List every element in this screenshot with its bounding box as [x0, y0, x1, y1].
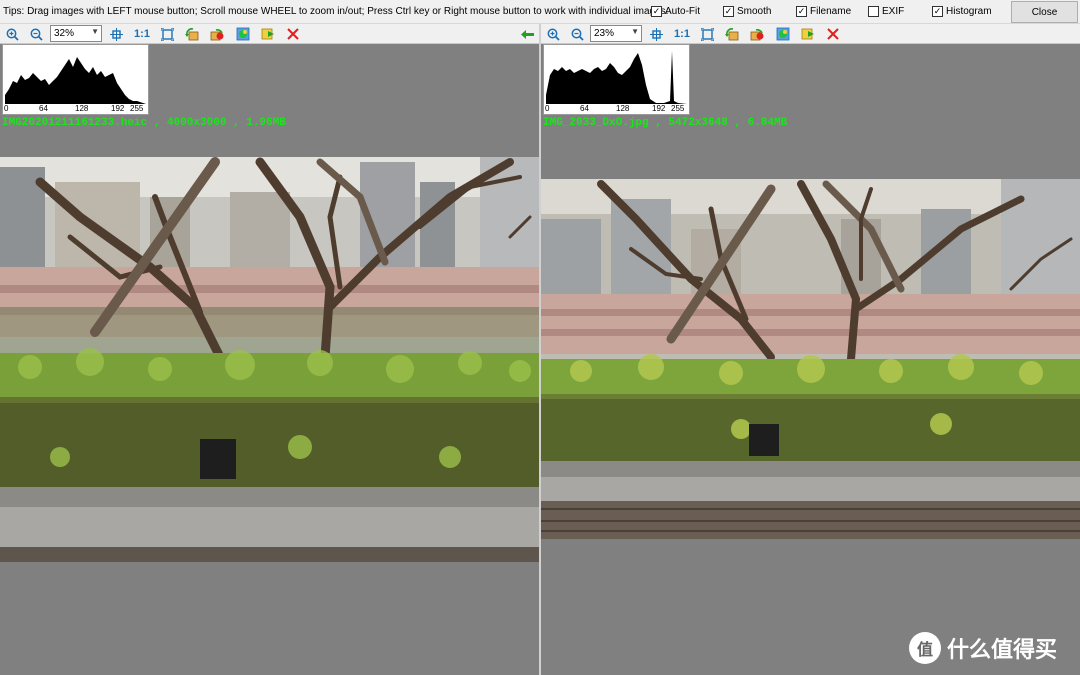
hist-tick: 128 — [75, 104, 89, 113]
tips-text: Tips: Drag images with LEFT mouse button… — [3, 6, 669, 17]
fit-window-icon[interactable] — [700, 27, 714, 41]
watermark-text: 什么值得买 — [947, 638, 1058, 663]
hist-tick: 64 — [39, 104, 48, 113]
fit-center-icon[interactable] — [109, 27, 123, 41]
close-button[interactable]: Close — [1011, 1, 1078, 23]
close-image-icon[interactable] — [826, 27, 840, 41]
option-smooth[interactable]: ✓ Smooth — [723, 6, 771, 17]
hist-tick: 0 — [545, 104, 550, 113]
right-photo[interactable] — [541, 179, 1080, 539]
right-file-info: IMG_2033_DxO.jpg , 5472x3648 , 6.84MB — [543, 117, 788, 129]
zoom-in-icon[interactable] — [5, 27, 19, 41]
zoom-out-icon[interactable] — [570, 27, 584, 41]
zoom-select[interactable]: 23% ▼ — [590, 25, 642, 42]
hist-tick: 255 — [130, 104, 144, 113]
right-image-panel[interactable]: 0 64 128 192 255 IMG_2033_DxO.jpg , 5472… — [541, 44, 1080, 675]
actual-size-icon[interactable]: 1:1 — [673, 27, 691, 41]
hist-tick: 64 — [580, 104, 589, 113]
filename-checkbox[interactable]: ✓ — [796, 6, 807, 17]
watermark-logo: 值 — [909, 632, 941, 664]
actual-size-icon[interactable]: 1:1 — [133, 27, 151, 41]
rotate-left-icon[interactable] — [185, 27, 199, 41]
top-bar: Tips: Drag images with LEFT mouse button… — [0, 0, 1080, 24]
smooth-label: Smooth — [737, 6, 772, 17]
left-toolbar: 32% ▼ 1:1 — [0, 24, 539, 44]
zoom-value: 32% — [54, 28, 75, 39]
left-file-info: IMG20201211161233.heic , 4000x3000 , 1.9… — [2, 117, 286, 129]
auto-fit-label: Auto-Fit — [665, 6, 701, 17]
rotate-left-icon[interactable] — [725, 27, 739, 41]
hist-tick: 192 — [652, 104, 666, 113]
zoom-dropdown-icon: ▼ — [91, 27, 99, 36]
hist-tick: 255 — [671, 104, 685, 113]
fit-window-icon[interactable] — [160, 27, 174, 41]
fit-center-icon[interactable] — [649, 27, 663, 41]
histogram-label: Histogram — [946, 6, 992, 17]
close-image-icon[interactable] — [286, 27, 300, 41]
left-histogram-ticks: 0 64 128 192 255 — [2, 104, 149, 115]
zoom-select[interactable]: 32% ▼ — [50, 25, 102, 42]
right-toolbar: 23% ▼ 1:1 — [541, 24, 1080, 44]
rotate-right-icon[interactable] — [210, 27, 224, 41]
left-image-panel[interactable]: 0 64 128 192 255 IMG20201211161233.heic … — [0, 44, 539, 675]
option-histogram[interactable]: ✓ Histogram — [932, 6, 992, 17]
hist-tick: 192 — [111, 104, 125, 113]
zoom-in-icon[interactable] — [546, 27, 560, 41]
next-image-icon[interactable] — [261, 27, 275, 41]
option-auto-fit[interactable]: ✓ Auto-Fit — [651, 6, 700, 17]
zoom-dropdown-icon: ▼ — [631, 27, 639, 36]
right-histogram-ticks: 0 64 128 192 255 — [543, 104, 690, 115]
prev-image-icon[interactable] — [776, 27, 790, 41]
zoom-out-icon[interactable] — [29, 27, 43, 41]
option-filename[interactable]: ✓ Filename — [796, 6, 851, 17]
sync-arrow-icon[interactable] — [520, 27, 534, 41]
rotate-right-icon[interactable] — [750, 27, 764, 41]
next-image-icon[interactable] — [801, 27, 815, 41]
auto-fit-checkbox[interactable]: ✓ — [651, 6, 662, 17]
watermark: 值 什么值得买 — [909, 632, 1057, 664]
hist-tick: 128 — [616, 104, 630, 113]
zoom-value: 23% — [594, 28, 615, 39]
filename-label: Filename — [810, 6, 852, 17]
option-exif[interactable]: EXIF — [868, 6, 904, 17]
prev-image-icon[interactable] — [236, 27, 250, 41]
smooth-checkbox[interactable]: ✓ — [723, 6, 734, 17]
histogram-checkbox[interactable]: ✓ — [932, 6, 943, 17]
exif-label: EXIF — [882, 6, 905, 17]
exif-checkbox[interactable] — [868, 6, 879, 17]
left-photo[interactable] — [0, 157, 539, 562]
hist-tick: 0 — [4, 104, 9, 113]
